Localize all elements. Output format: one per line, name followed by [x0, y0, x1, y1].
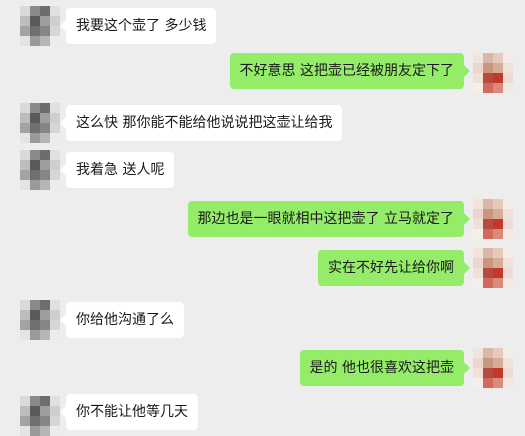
avatar-contact[interactable] — [20, 396, 60, 436]
avatar-self[interactable] — [473, 53, 513, 93]
avatar-contact[interactable] — [20, 300, 60, 340]
message-bubble[interactable]: 我要这个壶了 多少钱 — [59, 8, 217, 44]
message-bubble[interactable]: 这么快 那你能不能给他说说把这壶让给我 — [59, 105, 343, 141]
message-bubble[interactable]: 你给他沟通了么 — [60, 302, 184, 338]
message-bubble[interactable]: 我着急 送人呢 — [59, 152, 175, 188]
message-bubble[interactable]: 不好意思 这把壶已经被朋友定下了 — [229, 53, 471, 89]
avatar-contact[interactable] — [20, 6, 60, 46]
message-bubble[interactable]: 那边也是一眼就相中这把壶了 立马就定了 — [187, 201, 471, 237]
avatar-self[interactable] — [473, 348, 513, 388]
message-bubble[interactable]: 实在不好先让给你啊 — [318, 250, 470, 286]
avatar-contact[interactable] — [20, 103, 60, 143]
avatar-self[interactable] — [473, 248, 513, 288]
message-bubble[interactable]: 是的 他也很喜欢这把壶 — [299, 350, 471, 386]
avatar-self[interactable] — [473, 199, 513, 239]
avatar-contact[interactable] — [20, 150, 60, 190]
message-bubble[interactable]: 你不能让他等几天 — [60, 394, 198, 430]
